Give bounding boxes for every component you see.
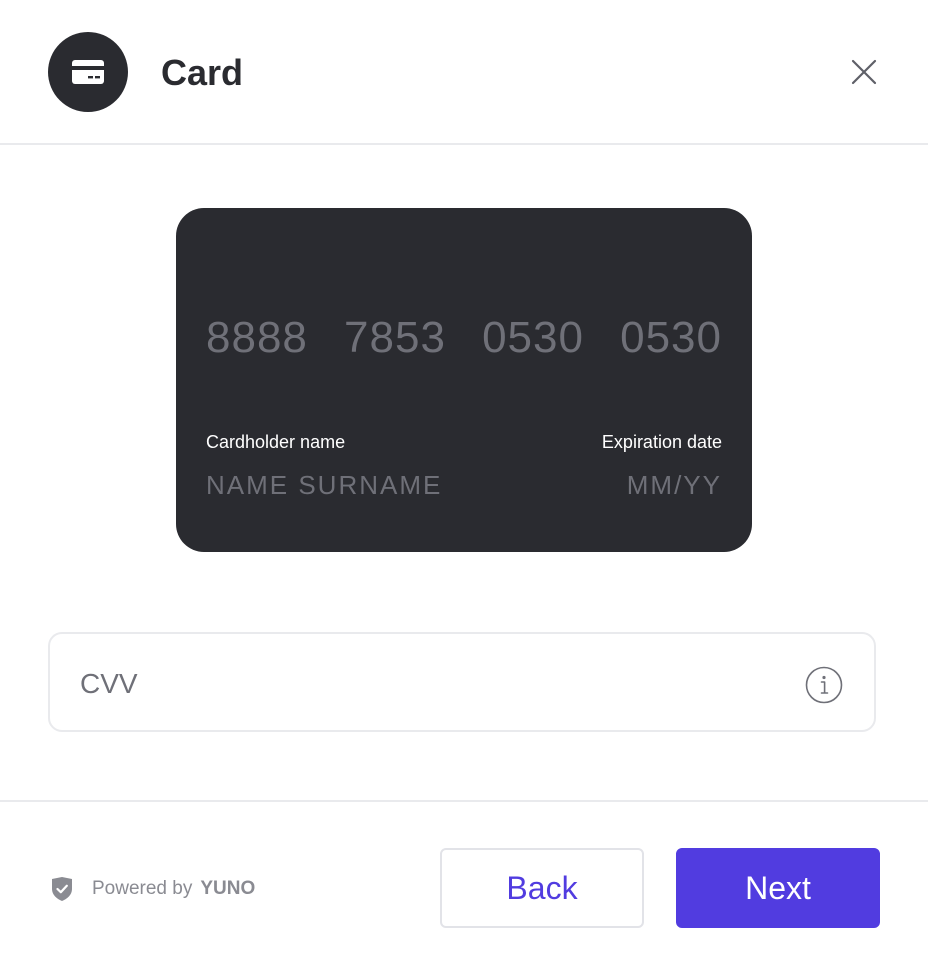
powered-by-text: Powered by: [92, 878, 193, 899]
cardholder-value: NAME SURNAME: [206, 470, 443, 500]
expiration-value: MM/YY: [626, 470, 722, 500]
cardholder-label: Cardholder name: [206, 432, 346, 452]
info-icon[interactable]: [805, 666, 843, 704]
close-icon: [851, 59, 877, 85]
close-button[interactable]: [848, 56, 880, 88]
card-preview: 8888 7853 0530 0530 Cardholder name Expi…: [176, 208, 752, 552]
card-number-group: 0530: [482, 313, 584, 362]
credit-card-icon: [72, 60, 104, 84]
card-number: 8888 7853 0530 0530: [206, 312, 722, 364]
shield-check-icon: [52, 877, 72, 901]
footer-divider: [0, 800, 928, 802]
page-title: Card: [161, 52, 244, 93]
cvv-input[interactable]: [80, 662, 760, 706]
expiration-label: Expiration date: [601, 432, 722, 452]
card-number-group: 8888: [206, 313, 308, 362]
card-number-group: 0530: [620, 313, 722, 362]
card-method-badge: [48, 32, 128, 112]
next-button[interactable]: Next: [676, 848, 880, 928]
modal-header: Card: [0, 0, 928, 145]
back-button[interactable]: Back: [440, 848, 644, 928]
powered-by: Powered by YUNO: [50, 876, 255, 902]
cvv-field[interactable]: [48, 632, 876, 732]
brand-name: YUNO: [200, 878, 256, 899]
card-number-group: 7853: [344, 313, 446, 362]
